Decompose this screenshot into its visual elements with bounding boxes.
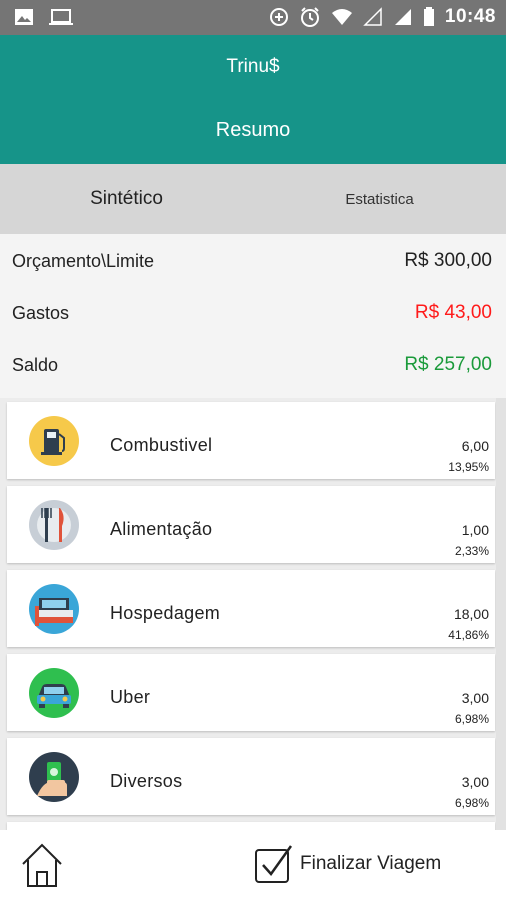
battery-icon <box>423 7 434 26</box>
cutlery-icon <box>29 500 79 550</box>
list-item[interactable]: Uber 3,00 6,98% <box>7 654 495 731</box>
money-hand-icon <box>29 752 79 802</box>
balance-value: R$ 257,00 <box>404 354 492 375</box>
app-bar: Trinu$ Resumo <box>0 35 506 164</box>
laptop-notification-icon <box>49 9 73 25</box>
expenses-row: Gastos R$ 43,00 <box>12 298 492 328</box>
data-saver-icon <box>269 8 288 26</box>
category-amount: 1,00 <box>461 522 489 538</box>
page-title: Resumo <box>215 119 291 141</box>
budget-value: R$ 300,00 <box>404 250 492 271</box>
category-percent: 41,86% <box>448 628 489 642</box>
home-icon[interactable] <box>20 842 64 888</box>
image-notification-icon <box>15 9 33 25</box>
list-item[interactable]: Combustivel 6,00 13,95% <box>7 402 495 479</box>
status-bar: 10:48 <box>0 0 506 35</box>
bottom-bar: Finalizar Viagem <box>0 830 506 900</box>
list-item[interactable]: Alimentação 1,00 2,33% <box>7 486 495 563</box>
list-item[interactable]: Hospedagem 18,00 41,86% <box>7 570 495 647</box>
fuel-pump-icon <box>29 416 79 466</box>
finish-trip-label: Finalizar Viagem <box>300 853 442 874</box>
app-title: Trinu$ <box>226 56 280 77</box>
category-name: Diversos <box>110 771 183 791</box>
category-list: Combustivel 6,00 13,95% Alimentação 1,00… <box>0 398 506 830</box>
tab-estatistica[interactable]: Estatistica <box>253 164 506 234</box>
category-percent: 2,33% <box>454 544 489 558</box>
tab-bar: Sintético Estatistica <box>0 164 506 234</box>
category-name: Hospedagem <box>110 603 221 623</box>
category-amount: 18,00 <box>453 606 489 622</box>
checkbox-checked-icon <box>255 845 293 883</box>
bed-icon <box>29 584 79 634</box>
category-amount: 6,00 <box>461 438 489 454</box>
expenses-label: Gastos <box>12 302 70 323</box>
category-percent: 6,98% <box>454 712 489 726</box>
tab-sintetico[interactable]: Sintético <box>0 164 253 234</box>
signal-full-icon <box>394 9 411 25</box>
category-amount: 3,00 <box>461 690 489 706</box>
balance-label: Saldo <box>12 354 59 375</box>
category-name: Alimentação <box>110 519 213 539</box>
car-icon <box>29 668 79 718</box>
finish-trip-button[interactable]: Finalizar Viagem <box>254 844 441 884</box>
signal-icon <box>363 7 382 26</box>
category-percent: 13,95% <box>448 460 489 474</box>
summary-panel: Orçamento\Limite R$ 300,00 Gastos R$ 43,… <box>0 234 506 398</box>
list-scroll-edge <box>496 398 506 830</box>
wifi-icon <box>331 9 352 25</box>
list-item[interactable]: Diversos 3,00 6,98% <box>7 738 495 815</box>
alarm-icon <box>300 7 319 27</box>
budget-label: Orçamento\Limite <box>12 250 155 271</box>
list-item[interactable] <box>7 822 495 830</box>
category-name: Combustivel <box>110 435 213 455</box>
category-percent: 6,98% <box>454 796 489 810</box>
budget-row: Orçamento\Limite R$ 300,00 <box>12 246 492 276</box>
clock: 10:48 <box>444 6 496 27</box>
balance-row: Saldo R$ 257,00 <box>12 350 492 380</box>
expenses-value: R$ 43,00 <box>414 302 492 323</box>
category-name: Uber <box>110 687 151 707</box>
category-amount: 3,00 <box>461 774 489 790</box>
